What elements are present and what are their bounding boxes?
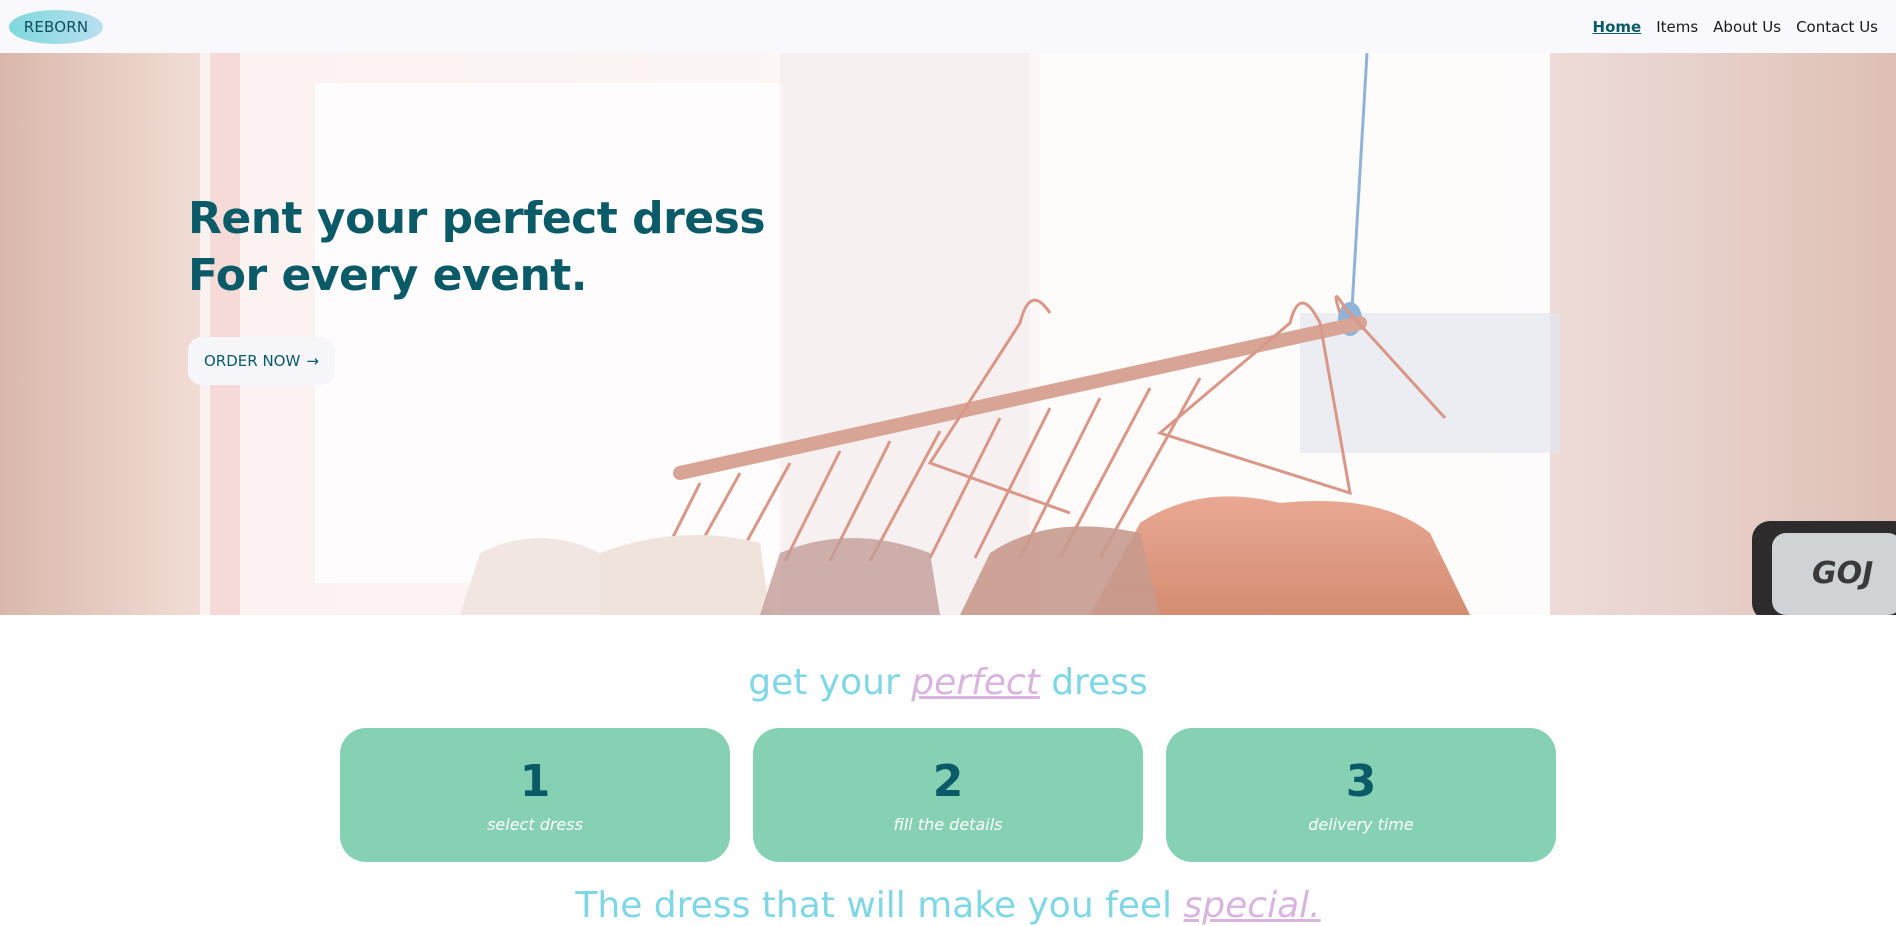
step-number: 1 — [519, 755, 551, 807]
hero-content: Rent your perfect dress For every event.… — [188, 190, 766, 385]
nav-links: Home Items About Us Contact Us — [1593, 18, 1878, 36]
tagline-accent: special. — [1183, 885, 1321, 926]
steps-cards: 1 select dress 2 fill the details 3 deli… — [340, 728, 1556, 862]
nav-link-about-us[interactable]: About Us — [1713, 18, 1781, 36]
order-now-button[interactable]: ORDER NOW → — [188, 337, 335, 385]
nav-link-home[interactable]: Home — [1593, 18, 1642, 36]
steps-heading-post: dress — [1051, 662, 1148, 703]
step-label: fill the details — [893, 814, 1003, 834]
step-number: 2 — [932, 755, 964, 807]
step-card-3: 3 delivery time — [1166, 728, 1556, 862]
hero-title: Rent your perfect dress For every event. — [188, 190, 766, 304]
arrow-right-icon: → — [306, 352, 319, 370]
tagline-heading: The dress that will make you feel specia… — [0, 885, 1896, 926]
steps-heading-pre: get your — [748, 662, 900, 703]
tagline-pre: The dress that will make you feel — [575, 885, 1173, 926]
nav-link-items[interactable]: Items — [1656, 18, 1698, 36]
nav-link-contact-us[interactable]: Contact Us — [1796, 18, 1878, 36]
hero-banner: GOJ Rent your perfect dress For every ev… — [0, 53, 1896, 615]
logo[interactable]: REBORN — [9, 9, 103, 44]
navbar: REBORN Home Items About Us Contact Us — [0, 0, 1896, 53]
step-number: 3 — [1345, 755, 1377, 807]
hero-title-line2: For every event. — [188, 250, 588, 301]
dispenser-text: GOJ — [1812, 556, 1873, 591]
step-card-1: 1 select dress — [340, 728, 730, 862]
hero-title-line1: Rent your perfect dress — [188, 193, 766, 244]
steps-heading-accent: perfect — [911, 662, 1040, 703]
step-card-2: 2 fill the details — [753, 728, 1143, 862]
steps-heading: get your perfect dress — [0, 662, 1896, 703]
order-now-label: ORDER NOW — [204, 352, 301, 370]
step-label: delivery time — [1308, 814, 1414, 834]
step-label: select dress — [487, 814, 583, 834]
steps-section: get your perfect dress 1 select dress 2 … — [0, 615, 1896, 926]
